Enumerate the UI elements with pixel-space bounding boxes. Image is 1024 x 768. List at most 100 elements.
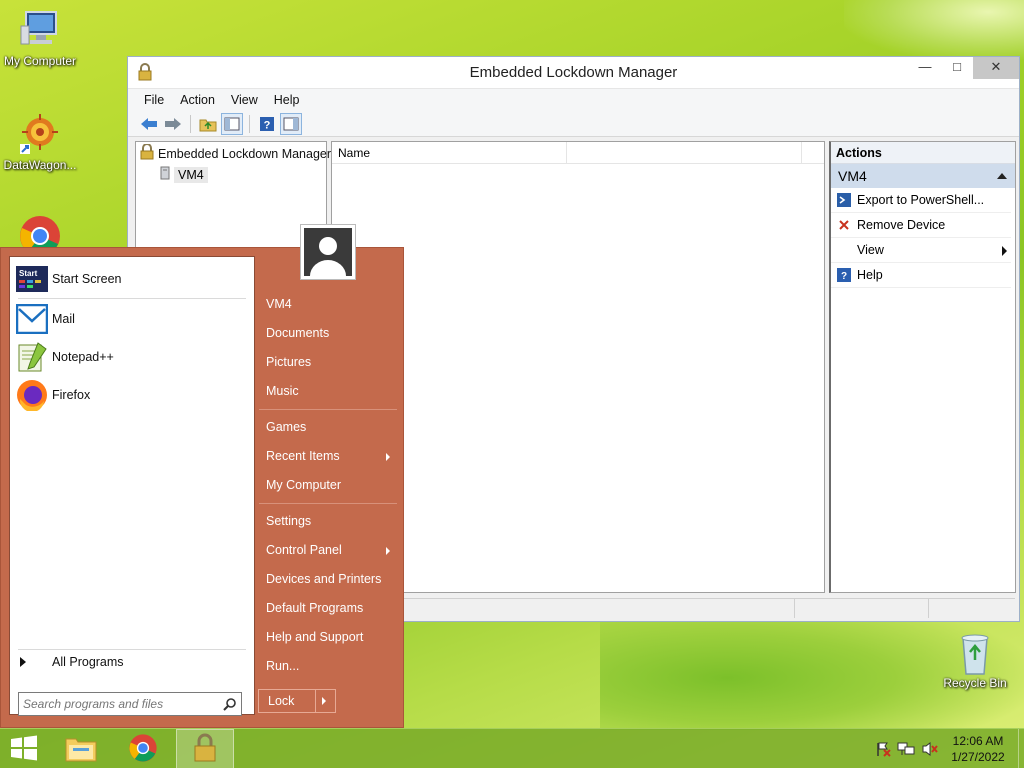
help-icon[interactable]: ? xyxy=(256,113,278,135)
powershell-icon xyxy=(831,193,857,207)
action-remove-device[interactable]: Remove Device xyxy=(831,213,1011,238)
maximize-button[interactable]: □ xyxy=(941,57,973,79)
firefox-icon xyxy=(16,379,48,411)
taskbar: 12:06 AM 1/27/2022 xyxy=(0,728,1024,768)
places-run[interactable]: Run... xyxy=(266,659,299,673)
start-button[interactable] xyxy=(0,729,48,768)
tree-item-root[interactable]: Embedded Lockdown Manager xyxy=(136,142,331,165)
action-export-powershell[interactable]: Export to PowerShell... xyxy=(831,188,1011,213)
places-games[interactable]: Games xyxy=(266,420,306,434)
actions-pane: Actions VM4 Export to PowerShell... Remo… xyxy=(829,141,1016,593)
start-menu-programs-panel: Start Start Screen Mail Notepad++ Firefo… xyxy=(9,256,255,716)
all-programs-label: All Programs xyxy=(52,655,124,669)
network-icon[interactable] xyxy=(894,741,918,757)
svg-text:?: ? xyxy=(841,271,847,282)
chrome-icon xyxy=(128,733,158,766)
action-label: Remove Device xyxy=(857,218,946,232)
places-vm4[interactable]: VM4 xyxy=(266,297,292,311)
lock-options-arrow-icon[interactable] xyxy=(316,690,335,712)
places-control-panel[interactable]: Control Panel xyxy=(266,543,342,557)
system-tray: 12:06 AM 1/27/2022 xyxy=(872,729,1024,768)
computer-tower-icon xyxy=(160,166,170,183)
play-arrow-icon xyxy=(20,657,26,667)
pinned-mail[interactable]: Mail xyxy=(16,303,75,335)
places-recent-items[interactable]: Recent Items xyxy=(266,449,340,463)
desktop-icon-my-computer[interactable]: My Computer xyxy=(0,8,80,68)
close-button[interactable]: ✕ xyxy=(973,57,1019,79)
delete-x-icon xyxy=(831,219,857,231)
places-help-support[interactable]: Help and Support xyxy=(266,630,363,644)
status-segment xyxy=(929,599,1015,618)
datawagon-icon xyxy=(18,112,62,156)
action-center-flag-icon[interactable] xyxy=(872,741,894,757)
desktop-icon-label: Recycle Bin xyxy=(943,676,1007,690)
pinned-label: Notepad++ xyxy=(52,350,114,364)
places-divider xyxy=(259,409,397,410)
search-icon[interactable] xyxy=(223,697,237,714)
clock-time: 12:06 AM xyxy=(952,734,1004,748)
places-default-programs[interactable]: Default Programs xyxy=(266,601,363,615)
status-segment xyxy=(795,599,929,618)
places-settings[interactable]: Settings xyxy=(266,514,311,528)
show-hide-tree-icon[interactable] xyxy=(221,112,243,135)
up-folder-icon[interactable] xyxy=(197,113,219,135)
desktop-icon-datawagon[interactable]: DataWagon... xyxy=(0,112,80,172)
tree-item-vm4[interactable]: VM4 xyxy=(136,165,326,184)
toolbar: ? xyxy=(128,111,1019,137)
desktop-icon-label: My Computer xyxy=(3,54,77,68)
list-header: Name xyxy=(332,142,824,164)
places-music[interactable]: Music xyxy=(266,384,299,398)
desktop-icon-label: DataWagon... xyxy=(3,158,77,172)
taskbar-clock[interactable]: 12:06 AM 1/27/2022 xyxy=(942,733,1014,765)
show-desktop-button[interactable] xyxy=(1018,729,1024,768)
taskbar-file-explorer[interactable] xyxy=(52,729,110,768)
places-pictures[interactable]: Pictures xyxy=(266,355,311,369)
column-header-name[interactable]: Name xyxy=(332,142,567,163)
action-view[interactable]: View xyxy=(831,238,1011,263)
clock-date: 1/27/2022 xyxy=(951,750,1005,764)
search-input[interactable] xyxy=(23,694,219,714)
folder-icon xyxy=(65,734,97,765)
results-pane: Name xyxy=(331,141,825,593)
menu-view[interactable]: View xyxy=(223,93,266,107)
lock-button[interactable]: Lock xyxy=(259,690,316,712)
collapse-arrow-icon[interactable] xyxy=(997,173,1007,179)
actions-section-vm4[interactable]: VM4 xyxy=(831,164,1015,188)
volume-muted-icon[interactable] xyxy=(918,741,942,757)
start-menu-divider xyxy=(18,298,246,299)
help-icon: ? xyxy=(831,268,857,282)
taskbar-chrome[interactable] xyxy=(114,729,172,768)
window-titlebar[interactable]: Embedded Lockdown Manager — □ ✕ xyxy=(128,57,1019,89)
user-avatar[interactable] xyxy=(300,224,356,280)
padlock-icon xyxy=(193,733,217,766)
wallpaper-leaf xyxy=(844,0,1024,60)
mail-icon xyxy=(16,303,48,335)
tree-child-label: VM4 xyxy=(174,166,208,183)
start-menu: Start Start Screen Mail Notepad++ Firefo… xyxy=(0,247,404,728)
column-header-blank[interactable] xyxy=(567,142,802,163)
forward-arrow-icon[interactable] xyxy=(162,113,184,135)
minimize-button[interactable]: — xyxy=(909,57,941,79)
action-label: View xyxy=(857,243,884,257)
pinned-notepadpp[interactable]: Notepad++ xyxy=(16,341,114,373)
search-box[interactable] xyxy=(18,692,242,716)
action-help[interactable]: ? Help xyxy=(831,263,1011,288)
action-label: Help xyxy=(857,268,883,282)
computer-icon xyxy=(18,8,62,52)
places-my-computer[interactable]: My Computer xyxy=(266,478,341,492)
menu-file[interactable]: File xyxy=(136,93,172,107)
menu-action[interactable]: Action xyxy=(172,93,223,107)
all-programs-button[interactable]: All Programs xyxy=(20,655,124,669)
desktop-icon-recycle-bin[interactable]: Recycle Bin xyxy=(935,630,1015,690)
pinned-start-screen[interactable]: Start Start Screen xyxy=(16,263,121,295)
action-label: Export to PowerShell... xyxy=(857,193,985,207)
places-devices-printers[interactable]: Devices and Printers xyxy=(266,572,381,586)
show-hide-action-pane-icon[interactable] xyxy=(280,112,302,135)
back-arrow-icon[interactable] xyxy=(138,113,160,135)
menu-help[interactable]: Help xyxy=(266,93,308,107)
taskbar-lockdown-manager[interactable] xyxy=(176,729,234,768)
toolbar-divider xyxy=(249,114,250,133)
places-documents[interactable]: Documents xyxy=(266,326,329,340)
pinned-firefox[interactable]: Firefox xyxy=(16,379,90,411)
pinned-label: Mail xyxy=(52,312,75,326)
